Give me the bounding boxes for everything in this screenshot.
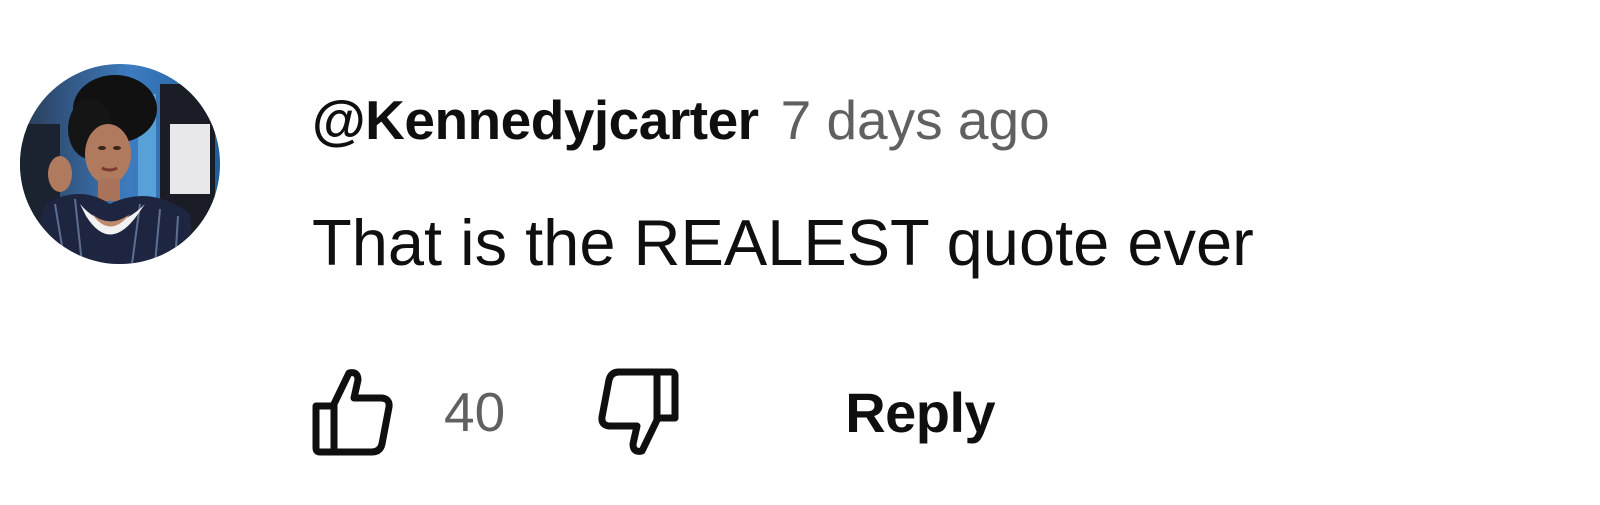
reply-button[interactable]: Reply <box>845 380 996 445</box>
author-name[interactable]: @Kennedyjcarter <box>312 88 759 152</box>
comment-text: That is the REALEST quote ever <box>312 206 1254 279</box>
thumbs-up-icon <box>312 369 393 456</box>
like-count: 40 <box>444 381 506 443</box>
like-button[interactable] <box>312 362 400 462</box>
thumbs-down-icon <box>598 368 679 455</box>
comment-header: @Kennedyjcarter 7 days ago <box>312 80 1050 160</box>
avatar-image <box>20 64 220 264</box>
comment-timestamp[interactable]: 7 days ago <box>781 88 1050 152</box>
comment-thread: @Kennedyjcarter 7 days ago That is the R… <box>0 0 1600 505</box>
dislike-button[interactable] <box>597 362 685 462</box>
avatar[interactable] <box>20 64 220 264</box>
comment-actions: 40 Reply <box>312 362 996 462</box>
